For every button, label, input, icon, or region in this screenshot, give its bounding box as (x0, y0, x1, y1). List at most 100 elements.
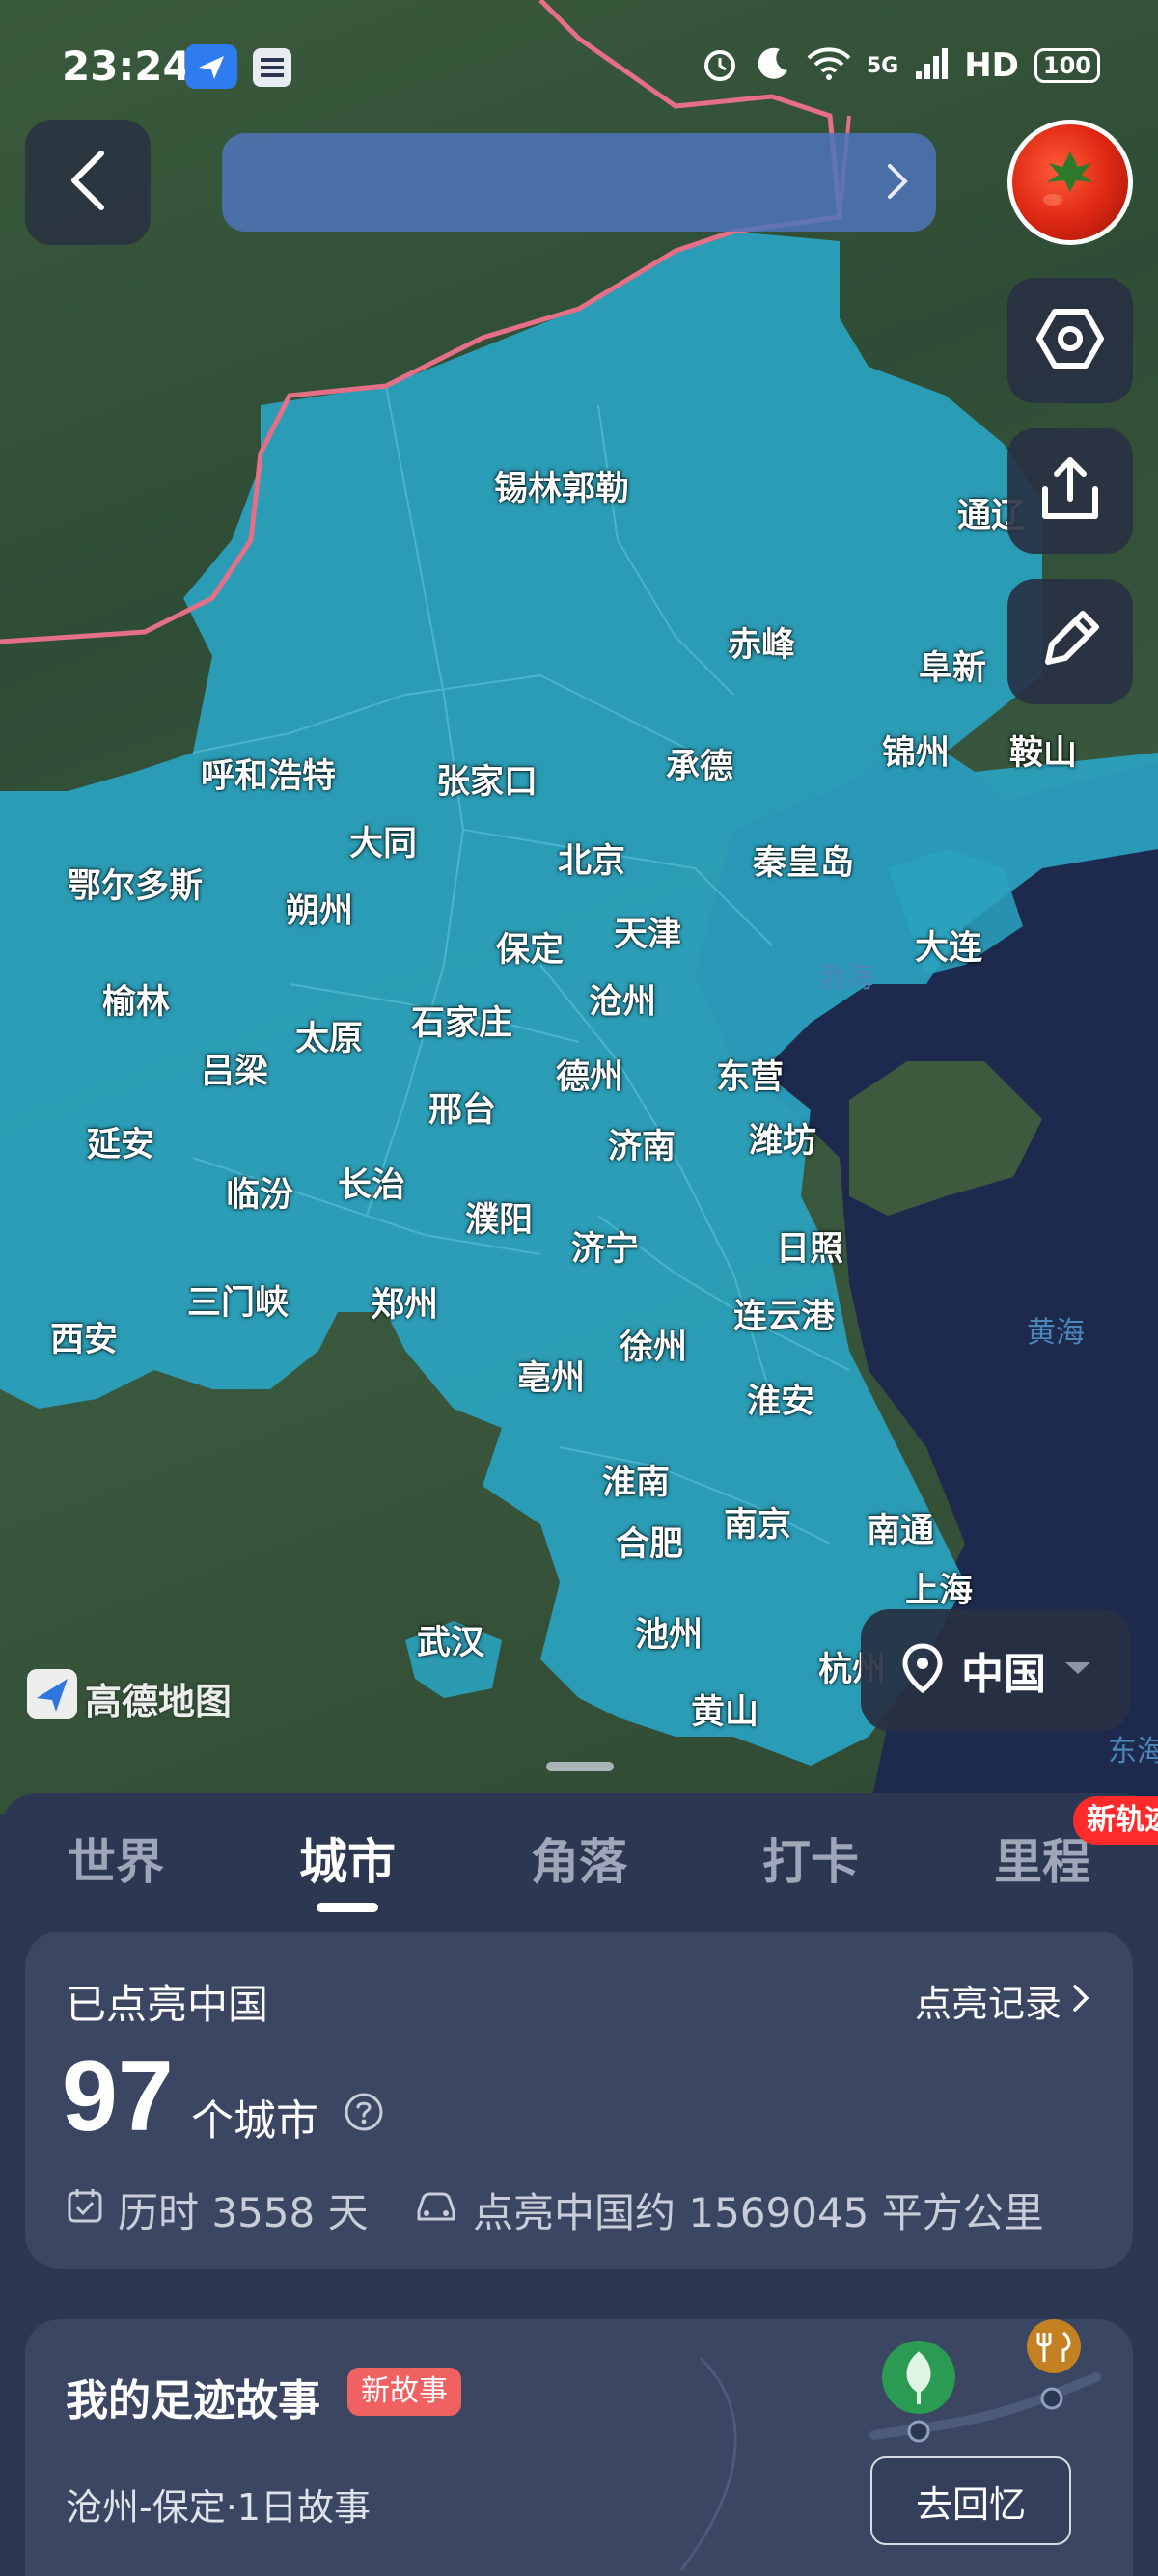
city-label: 武汉 (417, 1624, 485, 1662)
tab-corner[interactable]: 角落 (531, 1823, 627, 1893)
recall-button[interactable]: 去回忆 (870, 2456, 1071, 2545)
story-title: 我的足迹故事 (66, 2376, 320, 2425)
back-button[interactable] (25, 120, 151, 245)
city-label: 鄂尔多斯 (68, 867, 204, 906)
city-label: 天津 (614, 916, 682, 954)
brand-logo: 高德地图 (27, 1669, 232, 1728)
brand-name: 高德地图 (85, 1681, 233, 1723)
city-label: 三门峡 (187, 1284, 290, 1323)
new-story-badge: 新故事 (347, 2368, 461, 2416)
caret-down-icon (1063, 1658, 1092, 1682)
status-icons: 5G HD 100 (701, 44, 1100, 87)
city-label: 西安 (50, 1321, 119, 1359)
city-label: 阜新 (919, 649, 987, 688)
amap-logo-icon (27, 1669, 77, 1728)
settings-button[interactable] (1007, 278, 1133, 403)
city-count-unit: 个城市 (191, 2096, 318, 2146)
city-label: 潍坊 (749, 1122, 817, 1161)
city-label: 赤峰 (728, 626, 796, 665)
stats-title: 已点亮中国 (66, 1981, 269, 2028)
calendar-check-icon (66, 2186, 104, 2234)
avatar[interactable] (1007, 120, 1133, 245)
new-track-badge: 新轨迹 (1073, 1796, 1158, 1845)
record-link[interactable]: 点亮记录 (915, 1974, 1090, 2027)
chevron-right-icon (1071, 1980, 1090, 2022)
network-type: 5G (866, 53, 899, 78)
days-row: 历时 3558 天 (66, 2180, 369, 2239)
map-view[interactable]: 锡林郭勒 通辽 赤峰 阜新 锦州 鞍山 呼和浩特 张家口 承德 大同 北京 秦皇… (0, 0, 1158, 1814)
story-card[interactable]: 我的足迹故事 新故事 沧州-保定·1日故事 去回忆 (25, 2319, 1133, 2576)
sea-label: 黄海 (1027, 1316, 1085, 1350)
restaurant-marker-icon (1027, 2319, 1081, 2373)
city-label: 大连 (915, 929, 983, 968)
city-label: 徐州 (620, 1329, 688, 1367)
chevron-right-icon (886, 162, 909, 205)
hexagon-settings-icon (1035, 304, 1105, 377)
signal-icon (914, 46, 949, 85)
city-label: 大同 (349, 825, 418, 863)
search-bar[interactable] (222, 133, 936, 232)
record-link-label: 点亮记录 (914, 1983, 1062, 2025)
city-label: 榆林 (102, 983, 171, 1022)
tree-marker-icon (882, 2341, 955, 2414)
city-label: 秦皇岛 (753, 844, 855, 883)
sea-label: 渤海 (816, 961, 874, 995)
city-label: 临汾 (226, 1176, 294, 1215)
wifi-icon (807, 46, 851, 85)
city-label: 锡林郭勒 (494, 470, 630, 508)
city-label: 黄山 (691, 1693, 759, 1732)
city-label: 亳州 (517, 1359, 586, 1398)
share-icon (1039, 454, 1101, 528)
alarm-icon (701, 44, 739, 87)
city-label: 张家口 (436, 763, 538, 802)
city-label: 保定 (496, 931, 565, 970)
city-label: 北京 (558, 842, 626, 881)
region-selector[interactable]: 中国 (861, 1609, 1131, 1731)
car-icon (413, 2186, 459, 2234)
city-label: 淮南 (602, 1464, 671, 1502)
city-label: 合肥 (616, 1525, 684, 1564)
city-label: 南京 (724, 1506, 792, 1545)
city-label: 南通 (867, 1512, 935, 1550)
area-row: 点亮中国约 1569045 平方公里 (413, 2180, 1044, 2239)
city-label: 长治 (338, 1166, 406, 1205)
stats-card: 已点亮中国 点亮记录 97 个城市 历时 3558 天 点亮中国约 156904… (25, 1932, 1133, 2269)
tab-mileage[interactable]: 里程 (994, 1823, 1090, 1893)
tab-city[interactable]: 城市 (299, 1823, 396, 1893)
region-label: 中国 (961, 1650, 1046, 1699)
city-label: 济南 (608, 1128, 676, 1166)
area-text: 点亮中国约 1569045 平方公里 (473, 2189, 1044, 2236)
tab-checkin[interactable]: 打卡 (762, 1823, 859, 1893)
city-label: 承德 (666, 748, 734, 786)
city-label: 沧州 (589, 983, 657, 1022)
edit-button[interactable] (1007, 579, 1133, 704)
navigation-icon (185, 44, 237, 93)
city-label: 郑州 (371, 1286, 439, 1325)
battery-indicator: 100 (1034, 48, 1100, 83)
list-icon (253, 48, 291, 91)
hd-indicator: HD (964, 46, 1019, 85)
story-subtitle: 沧州-保定·1日故事 (66, 2486, 371, 2529)
city-label: 东营 (716, 1058, 785, 1097)
city-label: 石家庄 (411, 1004, 513, 1043)
city-label: 鞍山 (1009, 734, 1078, 773)
question-icon[interactable] (344, 2092, 384, 2136)
city-label: 上海 (905, 1572, 974, 1610)
tomato-icon (1043, 151, 1093, 206)
city-label: 太原 (295, 1020, 364, 1058)
city-label: 日照 (776, 1230, 844, 1269)
city-label: 锦州 (882, 734, 951, 773)
city-label: 朔州 (286, 892, 354, 931)
city-label: 池州 (635, 1616, 703, 1655)
city-label: 连云港 (733, 1298, 836, 1336)
drag-handle[interactable] (546, 1762, 614, 1771)
moon-icon (755, 45, 791, 86)
tab-bar: 世界 城市 角落 打卡 里程 (0, 1823, 1158, 1930)
share-button[interactable] (1007, 428, 1133, 554)
tab-world[interactable]: 世界 (68, 1823, 164, 1893)
location-pin-icon (901, 1642, 944, 1698)
city-count: 97 (62, 2041, 174, 2152)
status-time: 23:24 (62, 42, 191, 90)
city-label: 呼和浩特 (201, 757, 337, 796)
city-label: 德州 (556, 1058, 624, 1097)
